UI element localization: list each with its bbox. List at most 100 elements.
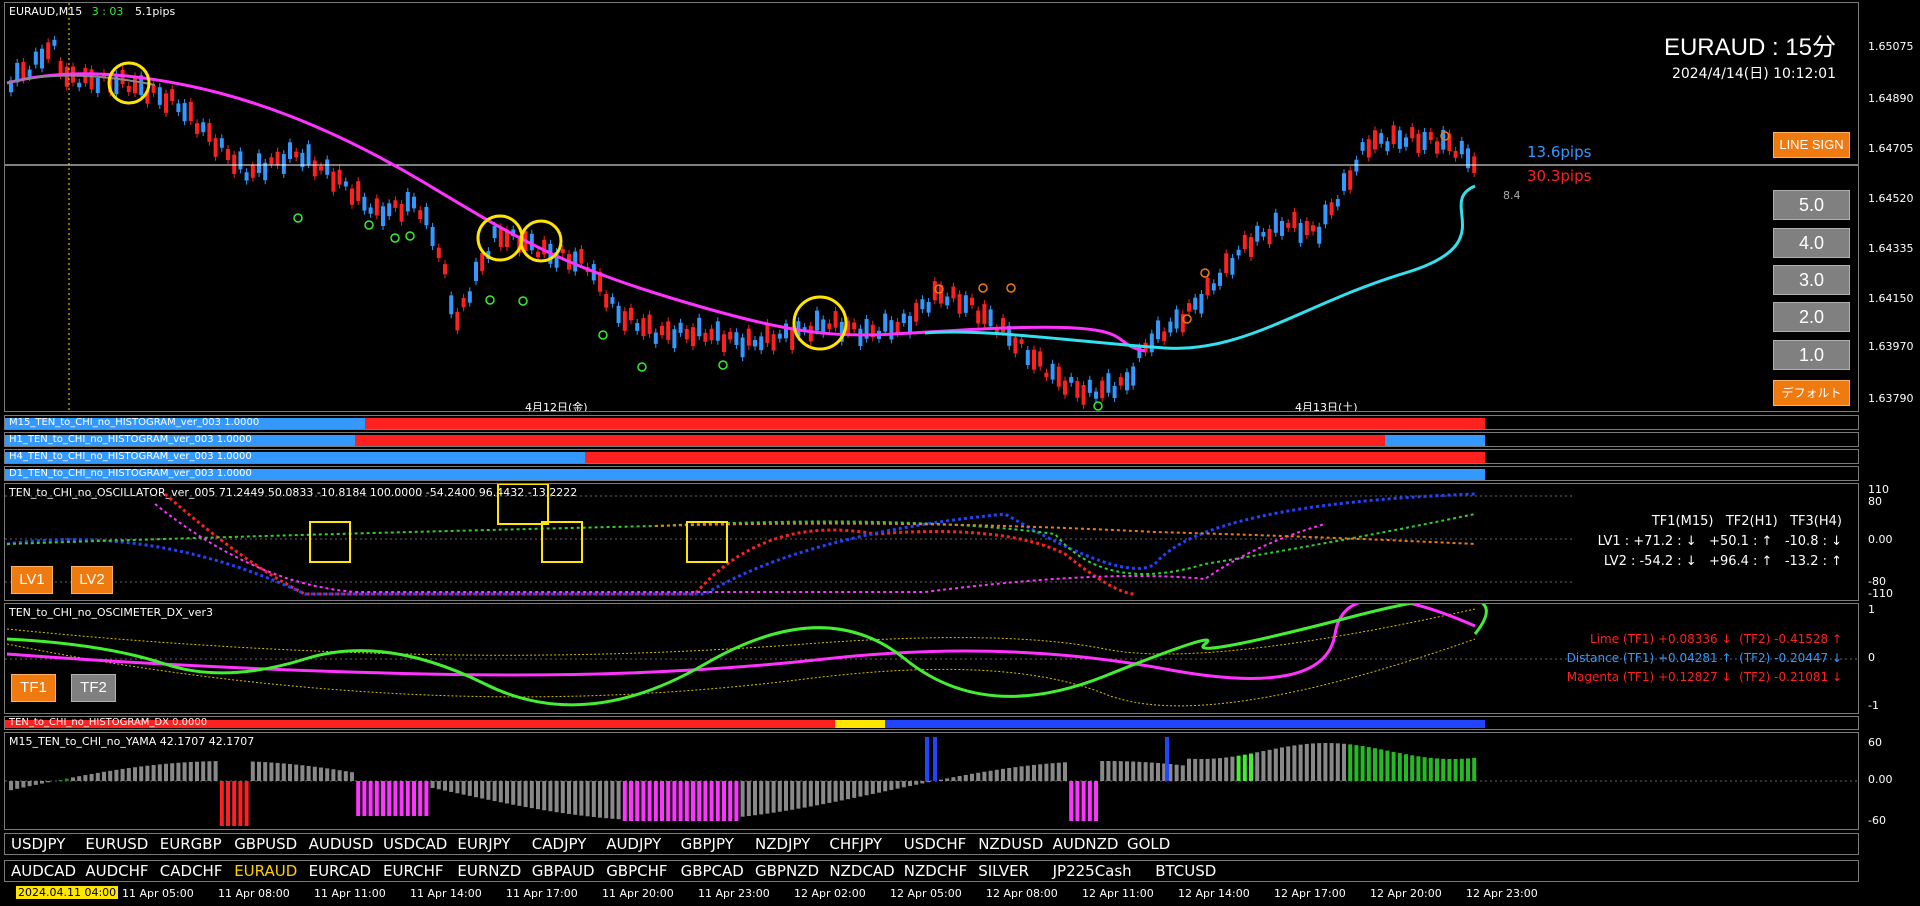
yama-bar [653,781,658,821]
candle-body [1348,170,1353,190]
candle-body [753,339,757,347]
yama-bar [486,781,491,800]
yama-bar [108,770,113,781]
yama-bar [1087,781,1092,821]
yama-bar [771,781,776,813]
symbol-link-nzdjpy[interactable]: NZDJPY [755,835,810,853]
yama-bar [139,766,144,781]
symbol-link-eurchf[interactable]: EURCHF [383,862,444,880]
candle-body [294,151,299,158]
yama-bar [1292,745,1297,781]
candle-body [914,302,919,322]
symbol-link-audchf[interactable]: AUDCHF [85,862,148,880]
symbol-link-gbpchf[interactable]: GBPCHF [606,862,667,880]
symbol-link-nzdcad[interactable]: NZDCAD [829,862,894,880]
price-tick: 1.64520 [1868,192,1914,205]
yama-bar [1106,761,1111,781]
level-3-button[interactable]: 3.0 [1773,265,1850,295]
yama-bar [901,781,906,788]
yama-bar [821,781,826,805]
symbol-link-gbpusd[interactable]: GBPUSD [234,835,297,853]
candle-body [1354,159,1359,172]
yama-bar [536,781,540,810]
yama-pane[interactable]: M15_TEN_to_CHI_no_YAMA 42.1707 42.1707 [4,732,1859,830]
yama-bar [616,781,621,820]
yama-bar [1298,744,1303,781]
symbol-link-chfjpy[interactable]: CHFJPY [829,835,882,853]
histogram-m15-bars [5,418,1485,429]
oscillator-pane[interactable]: TEN_to_CHI_no_OSCILLATOR_ver_005 71.2449… [4,483,1859,601]
yama-bar [939,779,943,781]
symbol-link-nzdchf[interactable]: NZDCHF [904,862,967,880]
symbol-link-jp225cash[interactable]: JP225Cash [1053,862,1132,880]
symbol-link-eurjpy[interactable]: EURJPY [457,835,510,853]
symbol-link-usdcad[interactable]: USDCAD [383,835,447,853]
tf2-button[interactable]: TF2 [71,674,116,702]
symbol-link-eurnzd[interactable]: EURNZD [457,862,521,880]
yama-bar [9,781,13,791]
symbol-link-audjpy[interactable]: AUDJPY [606,835,661,853]
symbol-link-euraud[interactable]: EURAUD [234,862,297,880]
yama-bar [982,771,987,781]
symbol-link-gbpjpy[interactable]: GBPJPY [681,835,734,853]
symbol-link-silver[interactable]: SILVER [978,862,1029,880]
symbol-link-eurusd[interactable]: EURUSD [85,835,148,853]
yama-bar [182,762,187,781]
yama-bar [40,781,44,784]
candle-body [1056,366,1061,387]
candle-body [337,169,342,185]
candle-body [858,328,863,347]
lv1-button[interactable]: LV1 [11,566,53,594]
symbol-link-gbpnzd[interactable]: GBPNZD [755,862,819,880]
yama-bar [1391,751,1396,781]
yama-bar [281,763,286,781]
symbol-link-nzdusd[interactable]: NZDUSD [978,835,1043,853]
tf1-button[interactable]: TF1 [11,674,56,702]
yama-bar [436,781,441,790]
yama-bar [1069,781,1074,821]
default-button[interactable]: デフォルト [1773,380,1850,406]
time-label: 12 Apr 11:00 [1082,887,1154,900]
symbol-link-btcusd[interactable]: BTCUSD [1155,862,1216,880]
symbol-link-gbpaud[interactable]: GBPAUD [532,862,595,880]
symbol-link-audusd[interactable]: AUDUSD [309,835,374,853]
histogram-h4-pane: H4_TEN_to_CHI_no_HISTOGRAM_ver_003 1.000… [4,449,1859,464]
symbol-link-usdjpy[interactable]: USDJPY [11,835,65,853]
yama-bar [337,770,342,781]
candle-body [1360,142,1365,151]
candle-body [1032,349,1036,370]
yama-bar [839,781,844,801]
symbol-link-cadjpy[interactable]: CADJPY [532,835,587,853]
level-4-button[interactable]: 4.0 [1773,228,1850,258]
lv2-button[interactable]: LV2 [71,566,113,594]
level-5-button[interactable]: 5.0 [1773,190,1850,220]
symbol-link-cadchf[interactable]: CADCHF [160,862,223,880]
symbol-link-eurgbp[interactable]: EURGBP [160,835,222,853]
yama-bar [449,781,454,792]
main-chart-pane[interactable]: EURAUD,M15 3 : 03 5.1pips EURAUD : 15分 2… [4,2,1859,412]
symbol-link-audcad[interactable]: AUDCAD [11,862,76,880]
candle-body [536,251,540,258]
oscimeter-magenta-row: Magenta (TF1) +0.12827 ↓ (TF2) -0.21081 … [1566,670,1842,684]
candle-body [715,321,720,341]
yama-bar [703,781,708,821]
candle-body [1428,131,1433,141]
level-2-button[interactable]: 2.0 [1773,302,1850,332]
candle-body [21,62,26,80]
yama-bar [1472,757,1477,781]
symbol-link-gbpcad[interactable]: GBPCAD [681,862,744,880]
symbol-link-usdchf[interactable]: USDCHF [904,835,966,853]
line-sign-button[interactable]: LINE SIGN [1773,132,1850,158]
symbol-link-eurcad[interactable]: EURCAD [309,862,371,880]
candle-body [306,144,311,165]
time-label: 12 Apr 02:00 [794,887,866,900]
symbol-link-audnzd[interactable]: AUDNZD [1053,835,1119,853]
candle-body [1385,141,1390,152]
symbol-link-gold[interactable]: GOLD [1127,835,1170,853]
time-label: 11 Apr 14:00 [410,887,482,900]
level-1-button[interactable]: 1.0 [1773,340,1850,370]
candle-body [1218,272,1222,286]
yama-bar [1329,743,1334,781]
candle-body [784,323,788,339]
oscimeter-pane[interactable]: TEN_to_CHI_no_OSCIMETER_DX_ver3 TF1 TF2 … [4,603,1859,714]
